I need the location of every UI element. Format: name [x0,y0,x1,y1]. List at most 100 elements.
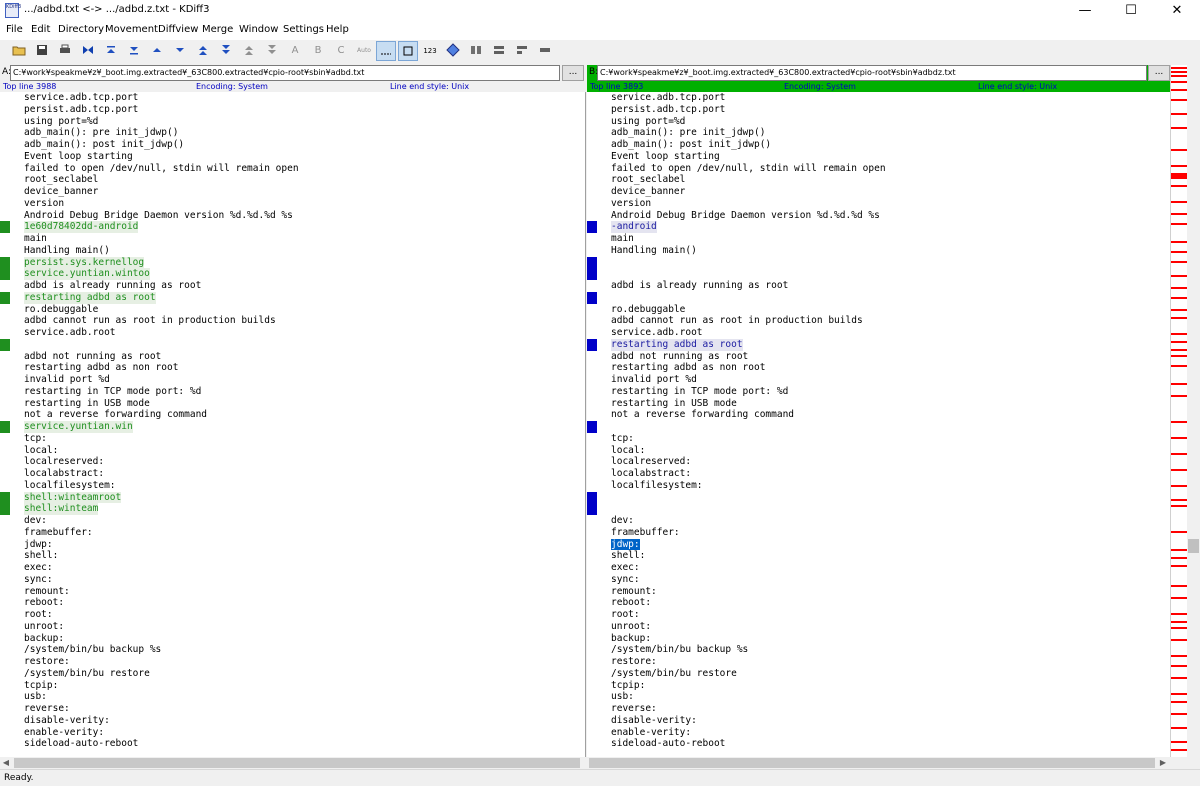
diff-line[interactable]: adb_main(): post init_jdwp() [611,139,771,151]
diff-line[interactable]: Android Debug Bridge Daemon version %d.%… [611,210,880,222]
show-whitespace-chars-icon[interactable] [398,41,418,61]
diff-line[interactable]: device_banner [24,186,98,198]
diff-line[interactable]: sideload-auto-reboot [611,738,725,750]
diff-line[interactable]: reboot: [24,597,64,609]
overview-a-c-icon[interactable] [512,41,532,61]
select-a-icon[interactable]: A [285,41,305,61]
diff-line[interactable]: localabstract: [24,468,104,480]
diff-line[interactable]: -android [611,221,657,233]
choose-a-everywhere-icon[interactable] [443,41,463,61]
scroll-left-a-icon[interactable]: ◀ [0,757,12,769]
diff-line[interactable]: usb: [24,691,47,703]
diff-line[interactable]: enable-verity: [611,727,691,739]
diff-line[interactable]: invalid port %d [24,374,110,386]
diff-line[interactable]: tcp: [611,433,634,445]
select-b-icon[interactable]: B [308,41,328,61]
diff-line[interactable]: adbd not running as root [611,351,748,363]
diff-line[interactable]: restarting in TCP mode port: %d [24,386,201,398]
diff-line[interactable]: /system/bin/bu backup %s [24,644,161,656]
print-icon[interactable] [55,41,75,61]
window-split-icon[interactable] [466,41,486,61]
diff-line[interactable]: adb_main(): post init_jdwp() [24,139,184,151]
diff-line[interactable]: adb_main(): pre init_jdwp() [24,127,178,139]
diff-line[interactable]: sync: [611,574,640,586]
diff-line[interactable]: Android Debug Bridge Daemon version %d.%… [24,210,293,222]
kdiff3-app-icon[interactable]: KDiff3 [5,3,21,18]
diff-line[interactable]: /system/bin/bu restore [24,668,150,680]
browse-a-button[interactable]: ... [562,65,584,81]
diff-line[interactable]: restarting adbd as non root [611,362,765,374]
go-prev-conflict-icon[interactable] [193,41,213,61]
diff-line[interactable]: disable-verity: [611,715,697,727]
diff-line[interactable]: dev: [24,515,47,527]
diff-line[interactable]: Handling main() [611,245,697,257]
diff-line[interactable]: service.adb.tcp.port [611,92,725,104]
diff-line[interactable]: framebuffer: [611,527,680,539]
vertical-scroll-thumb[interactable] [1188,539,1199,553]
menu-file[interactable]: File [6,24,23,35]
diff-line[interactable]: adb_main(): pre init_jdwp() [611,127,765,139]
file-a-path-input[interactable]: C:¥work¥speakme¥z¥_boot.img.extracted¥_6… [10,65,560,81]
diff-line[interactable]: backup: [611,633,651,645]
diff-line[interactable]: remount: [24,586,70,598]
diff-line[interactable]: shell: [24,550,58,562]
diff-line[interactable]: 1e60d78402dd-android [24,221,139,233]
show-whitespace-icon[interactable] [376,41,396,61]
diff-line[interactable]: main [24,233,47,245]
diff-line[interactable]: using port=%d [24,116,98,128]
horizontal-scrollbar-a[interactable]: ◀ [0,757,585,769]
diff-line[interactable]: adbd is already running as root [24,280,201,292]
diff-line[interactable]: adbd cannot run as root in production bu… [611,315,863,327]
diff-line[interactable]: /system/bin/bu backup %s [611,644,748,656]
diff-line[interactable]: localabstract: [611,468,691,480]
diff-line[interactable]: not a reverse forwarding command [611,409,794,421]
diff-line[interactable]: Handling main() [24,245,110,257]
diff-line[interactable]: invalid port %d [611,374,697,386]
go-prev-delta-icon[interactable] [147,41,167,61]
diff-line[interactable]: root_seclabel [24,174,98,186]
maximize-button[interactable]: ☐ [1108,0,1154,22]
diff-line[interactable]: tcp: [24,433,47,445]
go-next-unsolved-icon[interactable] [262,41,282,61]
menu-movement[interactable]: Movement [105,24,158,35]
menu-help[interactable]: Help [326,24,349,35]
diff-line[interactable]: reboot: [611,597,651,609]
diff-line[interactable]: tcpip: [611,680,645,692]
diff-line[interactable]: service.yuntian.wintoo [24,268,150,280]
diff-line[interactable]: adbd is already running as root [611,280,788,292]
diff-line[interactable]: local: [611,445,645,457]
diff-line[interactable]: framebuffer: [24,527,93,539]
diff-line[interactable]: persist.adb.tcp.port [24,104,138,116]
diff-line[interactable]: version [611,198,651,210]
diff-line[interactable]: service.adb.root [24,327,116,339]
close-button[interactable]: ✕ [1154,0,1200,22]
save-icon[interactable] [32,41,52,61]
diff-overview-bar[interactable] [1170,65,1188,757]
menu-merge[interactable]: Merge [202,24,233,35]
diff-line[interactable]: restore: [24,656,70,668]
diff-line[interactable]: root: [24,609,53,621]
diff-line[interactable]: unroot: [611,621,651,633]
diff-line[interactable]: localfilesystem: [24,480,116,492]
file-b-path-input[interactable]: C:¥work¥speakme¥z¥_boot.img.extracted¥_6… [597,65,1147,81]
diff-line[interactable]: ro.debuggable [611,304,685,316]
diff-line[interactable]: localreserved: [611,456,691,468]
diff-line[interactable]: reverse: [24,703,70,715]
diff-line[interactable]: shell:winteamroot [24,491,122,504]
diff-line[interactable]: localreserved: [24,456,104,468]
overview-a-b-icon[interactable] [489,41,509,61]
diff-line[interactable]: failed to open /dev/null, stdin will rem… [611,163,886,175]
diff-line[interactable]: failed to open /dev/null, stdin will rem… [24,163,299,175]
browse-b-button[interactable]: ... [1148,65,1170,81]
diff-line[interactable]: sideload-auto-reboot [24,738,138,750]
diff-line[interactable]: root_seclabel [611,174,685,186]
diff-line[interactable]: backup: [24,633,64,645]
vertical-scrollbar[interactable] [1187,65,1200,757]
menu-edit[interactable]: Edit [31,24,50,35]
diff-line[interactable]: localfilesystem: [611,480,703,492]
diff-line[interactable]: version [24,198,64,210]
go-next-conflict-icon[interactable] [216,41,236,61]
diff-line[interactable]: device_banner [611,186,685,198]
diff-line[interactable]: Event loop starting [611,151,720,163]
diff-line[interactable]: restarting adbd as root [611,338,743,351]
